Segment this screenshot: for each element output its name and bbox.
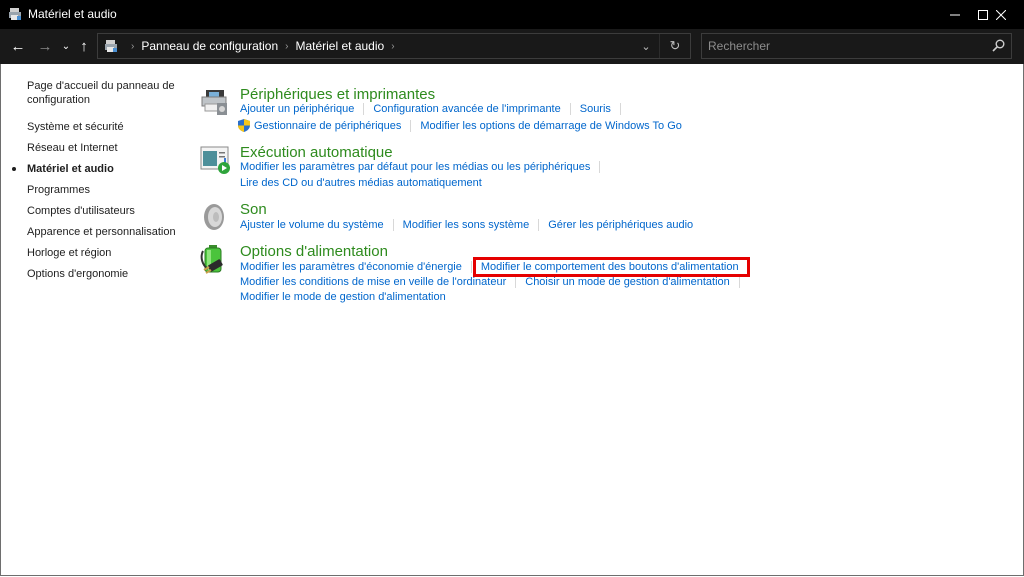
link-autoplay-cds[interactable]: Lire des CD ou d'autres médias automatiq… bbox=[240, 177, 482, 189]
link-add-device[interactable]: Ajouter un périphérique bbox=[240, 103, 354, 115]
link-sleep-conditions[interactable]: Modifier les conditions de mise en veill… bbox=[240, 276, 506, 288]
separator bbox=[410, 119, 412, 132]
window-title: Matériel et audio bbox=[28, 7, 117, 21]
close-button[interactable] bbox=[978, 0, 1024, 29]
chevron-down-icon: ⌄ bbox=[61, 40, 71, 52]
forward-button[interactable]: → bbox=[37, 37, 53, 55]
link-adjust-volume[interactable]: Ajuster le volume du système bbox=[240, 219, 384, 231]
category-title-autoplay[interactable]: Exécution automatique bbox=[240, 144, 393, 161]
active-bullet bbox=[12, 167, 16, 171]
sidebar-item-hardware-sound[interactable]: Matériel et audio bbox=[27, 163, 114, 175]
sidebar-item-network-internet[interactable]: Réseau et Internet bbox=[27, 142, 118, 154]
control-panel-icon bbox=[105, 40, 117, 52]
control-panel-icon bbox=[9, 8, 21, 20]
breadcrumb-separator[interactable]: › bbox=[391, 41, 394, 52]
category-title-devices-printers[interactable]: Périphériques et imprimantes bbox=[240, 86, 435, 103]
sidebar-item-control-panel-home[interactable]: Page d'accueil du panneau de configurati… bbox=[27, 79, 182, 107]
close-icon bbox=[996, 9, 1006, 20]
link-advanced-printer-setup[interactable]: Configuration avancée de l'imprimante bbox=[373, 103, 560, 115]
address-dropdown-button[interactable]: ⌄ bbox=[633, 34, 660, 58]
refresh-icon: ↻ bbox=[669, 38, 681, 53]
separator bbox=[569, 103, 571, 115]
sidebar-item-appearance[interactable]: Apparence et personnalisation bbox=[27, 226, 176, 238]
link-change-system-sounds[interactable]: Modifier les sons système bbox=[403, 219, 530, 231]
separator bbox=[619, 103, 621, 115]
search-icon[interactable] bbox=[992, 39, 1005, 52]
separator bbox=[599, 161, 601, 173]
link-edit-power-plan[interactable]: Modifier le mode de gestion d'alimentati… bbox=[240, 291, 446, 303]
separator bbox=[515, 276, 517, 288]
separator bbox=[392, 219, 394, 231]
link-manage-audio-devices[interactable]: Gérer les périphériques audio bbox=[548, 219, 693, 231]
battery-power-icon[interactable] bbox=[200, 243, 232, 275]
category-title-power-options[interactable]: Options d'alimentation bbox=[240, 243, 388, 260]
separator bbox=[470, 261, 472, 273]
sidebar-item-ease-of-access[interactable]: Options d'ergonomie bbox=[27, 268, 128, 280]
arrow-left-icon: ← bbox=[10, 37, 26, 55]
search-box bbox=[701, 33, 1012, 59]
separator bbox=[363, 103, 365, 115]
up-button[interactable]: ↑ bbox=[77, 37, 91, 55]
back-button[interactable]: ← bbox=[10, 37, 26, 55]
title-bar: Matériel et audio bbox=[0, 0, 1024, 29]
link-choose-power-plan[interactable]: Choisir un mode de gestion d'alimentatio… bbox=[525, 276, 730, 288]
search-input[interactable] bbox=[708, 37, 978, 55]
uac-shield-icon bbox=[238, 119, 250, 132]
sidebar-item-clock-region[interactable]: Horloge et région bbox=[27, 247, 111, 259]
breadcrumb-hardware-sound[interactable]: Matériel et audio bbox=[295, 39, 384, 53]
separator bbox=[538, 219, 540, 231]
sidebar-item-system-security[interactable]: Système et sécurité bbox=[27, 121, 124, 133]
maximize-button-hit[interactable] bbox=[937, 0, 988, 29]
devices-printers-icon[interactable] bbox=[200, 86, 232, 118]
link-mouse[interactable]: Souris bbox=[580, 103, 611, 115]
speaker-icon[interactable] bbox=[200, 201, 232, 233]
link-windows-to-go[interactable]: Modifier les options de démarrage de Win… bbox=[420, 120, 682, 132]
link-power-buttons-behavior[interactable]: Modifier le comportement des boutons d'a… bbox=[481, 261, 739, 273]
category-title-sound[interactable]: Son bbox=[240, 201, 267, 218]
arrow-right-icon: → bbox=[37, 37, 53, 55]
separator bbox=[738, 276, 740, 288]
autoplay-icon[interactable] bbox=[200, 144, 232, 176]
link-device-manager[interactable]: Gestionnaire de périphériques bbox=[254, 120, 401, 132]
recent-locations-button[interactable]: ⌄ bbox=[60, 37, 72, 55]
sidebar-item-programs[interactable]: Programmes bbox=[27, 184, 90, 196]
link-default-media-settings[interactable]: Modifier les paramètres par défaut pour … bbox=[240, 161, 590, 173]
refresh-button[interactable]: ↻ bbox=[660, 34, 690, 58]
sidebar-item-user-accounts[interactable]: Comptes d'utilisateurs bbox=[27, 205, 135, 217]
breadcrumb-separator[interactable]: › bbox=[285, 41, 288, 52]
link-power-saving-settings[interactable]: Modifier les paramètres d'économie d'éne… bbox=[240, 261, 462, 273]
breadcrumb-control-panel[interactable]: Panneau de configuration bbox=[141, 39, 278, 53]
address-bar[interactable]: › Panneau de configuration › Matériel et… bbox=[97, 33, 691, 59]
chevron-down-icon: ⌄ bbox=[641, 40, 651, 53]
breadcrumb-separator[interactable]: › bbox=[131, 41, 134, 52]
arrow-up-icon: ↑ bbox=[80, 37, 88, 55]
